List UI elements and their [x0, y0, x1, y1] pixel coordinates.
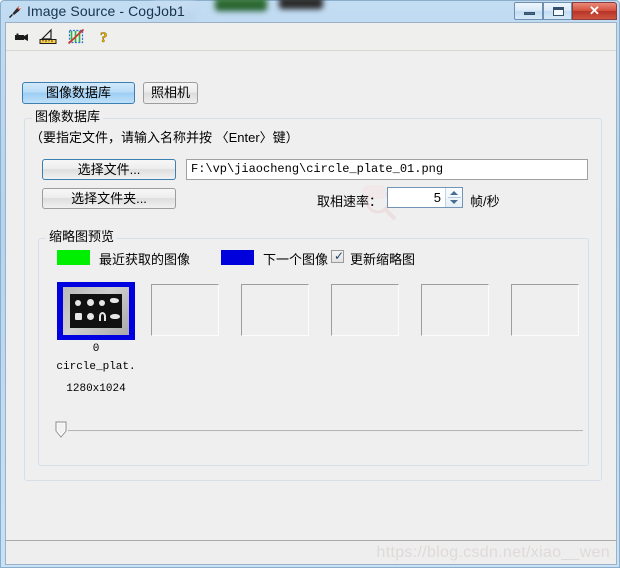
- frame-rate-value[interactable]: 5: [388, 188, 445, 207]
- window-title: Image Source - CogJob1: [27, 3, 185, 19]
- spin-separator: [448, 197, 461, 198]
- calibration-ruler-icon[interactable]: [38, 27, 60, 47]
- frame-rate-stepper[interactable]: 5: [387, 187, 463, 208]
- file-path-input[interactable]: F:\vp\jiaocheng\circle_plate_01.png: [186, 159, 588, 180]
- title-bar-redaction: [215, 0, 267, 11]
- thumbnail-name-label: circle_plat.: [56, 361, 136, 373]
- title-bar-redaction: [279, 0, 323, 9]
- close-icon: ✕: [589, 3, 600, 18]
- thumbnail-slot-empty[interactable]: [421, 284, 489, 336]
- thumbnail-item-selected[interactable]: [57, 282, 135, 340]
- file-hint-text: （要指定文件，请输入名称并按 〈Enter〉键）: [30, 130, 299, 145]
- next-image-swatch: [221, 250, 254, 265]
- minimize-button[interactable]: [514, 2, 543, 20]
- svg-text:?: ?: [100, 30, 108, 46]
- thumb-blob: [110, 298, 119, 303]
- checkmark-icon: ✓: [334, 249, 345, 263]
- recent-image-label: 最近获取的图像: [99, 252, 191, 267]
- thumbnail-slot-empty[interactable]: [151, 284, 219, 336]
- thumb-blob: [87, 313, 94, 320]
- thumb-blob: [75, 313, 82, 320]
- close-button[interactable]: ✕: [572, 2, 617, 20]
- select-folder-button[interactable]: 选择文件夹...: [42, 188, 176, 209]
- maximize-glyph: [553, 7, 564, 16]
- thumbnail-trackbar-handle[interactable]: [55, 421, 67, 438]
- thumb-blob: [110, 314, 120, 319]
- thumbnail-size-label: 1280x1024: [66, 383, 126, 395]
- minimize-glyph: [524, 12, 535, 15]
- thumbnail-index-label: 0: [92, 343, 100, 355]
- next-image-label: 下一个图像: [263, 252, 329, 267]
- status-bar: https://blog.csdn.net/xiao__wen: [6, 540, 616, 564]
- toolbar: ?: [6, 23, 616, 51]
- tab-camera[interactable]: 照相机: [143, 82, 198, 104]
- thumbnail-image-content: [70, 294, 122, 328]
- title-bar[interactable]: Image Source - CogJob1 ✕: [1, 0, 620, 22]
- tab-image-database[interactable]: 图像数据库: [22, 82, 135, 104]
- watermark-text: https://blog.csdn.net/xiao__wen: [376, 544, 610, 561]
- image-source-window: Image Source - CogJob1 ✕ ? 图像数据库 照相机 图像数…: [0, 0, 620, 568]
- update-thumbnails-label: 更新缩略图: [350, 252, 416, 267]
- thumbnail-preview-group-title: 缩略图预览: [46, 229, 118, 244]
- image-database-group-title: 图像数据库: [32, 109, 104, 124]
- thumbnail-trackbar[interactable]: [68, 430, 583, 432]
- camera-icon[interactable]: [12, 27, 34, 47]
- thumbnail-slot-empty[interactable]: [241, 284, 309, 336]
- recent-image-swatch: [57, 250, 90, 265]
- thumbnail-slot-empty[interactable]: [511, 284, 579, 336]
- maximize-button[interactable]: [543, 2, 572, 20]
- region-disabled-icon[interactable]: [66, 27, 88, 47]
- thumbnail-image: [63, 287, 129, 335]
- help-icon[interactable]: ?: [94, 27, 116, 47]
- spin-down-icon[interactable]: [450, 200, 458, 204]
- thumb-blob: [75, 300, 81, 306]
- thumb-blob: [99, 312, 106, 321]
- thumb-blob: [99, 300, 105, 306]
- spin-up-icon[interactable]: [450, 191, 458, 195]
- thumb-blob: [87, 299, 94, 306]
- client-area: ? 图像数据库 照相机 图像数据库 （要指定文件，请输入名称并按 〈Enter〉…: [5, 22, 617, 565]
- frame-rate-spin-buttons[interactable]: [445, 188, 462, 207]
- frame-rate-label: 取相速率：: [317, 194, 383, 209]
- update-thumbnails-checkbox[interactable]: ✓: [331, 250, 344, 263]
- frame-rate-unit: 帧/秒: [470, 194, 500, 209]
- thumbnail-slot-empty[interactable]: [331, 284, 399, 336]
- image-source-icon: [7, 4, 23, 20]
- select-file-button[interactable]: 选择文件...: [42, 159, 176, 180]
